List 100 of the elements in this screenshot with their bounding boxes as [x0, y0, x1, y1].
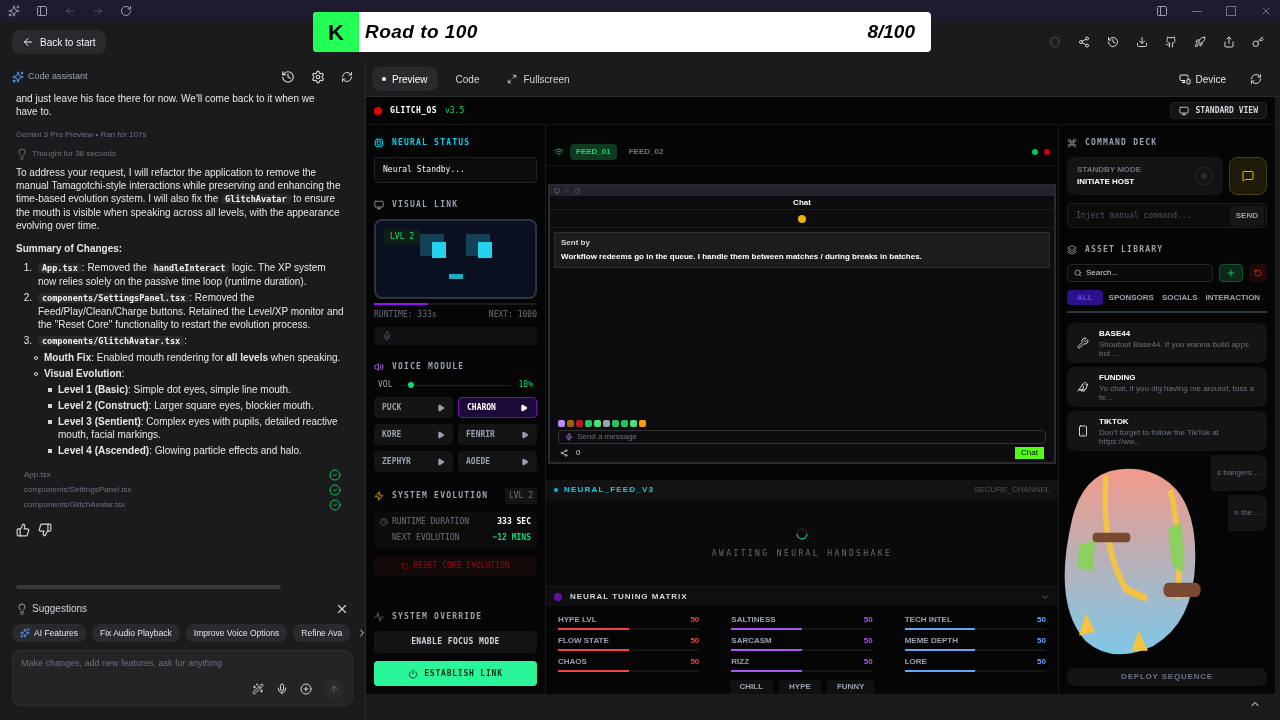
- voice-button[interactable]: ZEPHYR: [374, 451, 453, 472]
- suggestion-chip[interactable]: Improve Voice Options: [185, 624, 288, 642]
- section-label: COMMAND DECK: [1085, 137, 1158, 149]
- banner-badge: K: [313, 12, 359, 52]
- asset-text: Yo chat, if you dig having me around, toss a fe...: [1099, 384, 1255, 402]
- points-count: 0: [576, 447, 581, 460]
- suggestion-chip[interactable]: Refine Ava: [293, 624, 351, 642]
- banner-title: Road to 100: [365, 19, 478, 44]
- stat-value: 333 SEC: [497, 516, 531, 528]
- model-meta: Gemini 3 Pro Preview • Ran for 107s: [16, 129, 148, 141]
- stat-label: NEXT EVOLUTION: [392, 532, 460, 544]
- slider-label: SALTINESS: [731, 614, 776, 626]
- asset-card[interactable]: s bangers ...: [1210, 455, 1267, 491]
- establish-link-button[interactable]: ESTABLISH LINK: [374, 661, 537, 686]
- device-button[interactable]: Device: [1179, 71, 1226, 87]
- banner-count: 8/100: [867, 19, 915, 44]
- focus-mode-button[interactable]: ENABLE FOCUS MODE: [374, 631, 537, 653]
- file-name[interactable]: components/GlitchAvatar.tsx: [24, 499, 126, 511]
- list-item-text: components/GlitchAvatar.tsx :: [38, 334, 187, 348]
- search-box[interactable]: Search...: [1067, 264, 1213, 282]
- file-name[interactable]: components/SettingsPanel.tsx: [24, 484, 132, 496]
- volume-label: VOL: [378, 379, 393, 391]
- section-label: ASSET LIBRARY: [1085, 244, 1164, 256]
- section-label: NEURAL STATUS: [392, 137, 471, 149]
- suggestion-chip[interactable]: Fix Audio Playback: [91, 624, 180, 642]
- stat-value: ~12 MINS: [492, 532, 531, 544]
- mode-action: INITIATE HOST: [1077, 176, 1136, 188]
- file-name[interactable]: App.tsx: [24, 469, 51, 481]
- preview-tab[interactable]: Preview: [372, 67, 438, 91]
- response-paragraph: To address your request, I will refactor the application to remove the manual Tamagotchi-style interactions while preserving and enhancing the time-based evolution system. I will also fix the GlitchAvatar to ensure the mouth is visible when speaking across all levels, with the appearance evolving over time.: [16, 166, 342, 232]
- voice-button[interactable]: PUCK: [374, 397, 453, 418]
- thought-toggle[interactable]: Thought for 38 seconds: [32, 147, 117, 160]
- preset-button[interactable]: CHILL: [729, 680, 774, 694]
- panel-title: Code assistant: [28, 70, 88, 84]
- list-item-text: components/SettingsPanel.tsx : Removed the Feed/Play/Clean/Charge buttons. Retained the Level/XP monitor and the "Reset Core" functionality to restart the evolution process.: [38, 291, 345, 331]
- chat-title: Chat: [793, 196, 811, 209]
- app-name: GLITCH_OS: [390, 104, 437, 117]
- preset-button[interactable]: FUNNY: [826, 680, 875, 694]
- level-badge: LVL 2: [504, 488, 537, 504]
- asset-title: FUNDING: [1099, 372, 1137, 384]
- stat-label: RUNTIME DURATION: [392, 516, 470, 528]
- suggestions-heading: Suggestions: [32, 602, 88, 616]
- message-text: and just leave his face there for now. We'll come back to it when we have to.: [16, 92, 316, 118]
- preset-button[interactable]: HYPE: [779, 680, 821, 694]
- filter-tab[interactable]: INTERACTION: [1203, 290, 1263, 305]
- list-number: 1.: [22, 261, 32, 275]
- voice-button[interactable]: FENRIR: [458, 424, 537, 445]
- slider-value: 50: [1037, 635, 1046, 647]
- level-badge: LVL 2: [384, 229, 421, 245]
- voice-button[interactable]: CHARON: [458, 397, 537, 418]
- voice-button[interactable]: KORE: [374, 424, 453, 445]
- pinned-sender: Sent by: [561, 237, 591, 250]
- deploy-button[interactable]: DEPLOY SEQUENCE: [1067, 668, 1267, 686]
- command-field[interactable]: Inject manual command...: [1076, 209, 1230, 222]
- prompt-field[interactable]: Make changes, add new features, ask for anything: [21, 657, 344, 671]
- slider-value: 50: [690, 614, 700, 626]
- filter-tab[interactable]: SPONSORS: [1106, 290, 1156, 305]
- slider-label: MEME DEPTH: [904, 635, 958, 647]
- slider-value: 50: [863, 614, 873, 626]
- section-label: VOICE MODULE: [392, 361, 465, 373]
- feed-tab[interactable]: FEED_01: [570, 144, 617, 161]
- slider-label: HYPE LVL: [558, 614, 597, 626]
- asset-card[interactable]: BASE44 Shoutout Base44. If you wanna build apps but ...: [1067, 323, 1267, 363]
- slider-label: CHAOS: [558, 656, 587, 668]
- host-card[interactable]: STANDBY MODE INITIATE HOST: [1067, 157, 1223, 195]
- volume-reading: 10%: [518, 379, 533, 391]
- preview-tab[interactable]: Code: [445, 67, 490, 91]
- slider-label: LORE: [904, 656, 927, 668]
- slider-value: 50: [690, 635, 700, 647]
- back-to-start-button[interactable]: Back to start: [12, 30, 106, 54]
- asset-card[interactable]: n the ...: [1228, 495, 1267, 531]
- asset-search-field[interactable]: Search...: [1086, 267, 1206, 279]
- feed-title: NEURAL_FEED_V3: [564, 484, 655, 497]
- pinned-text: Workflow redeems go in the queue. I handle them between matches / during breaks in batches.: [561, 251, 923, 264]
- list-item-text: App.tsx : Removed the handleInteract logic. The XP system now relies solely on the passive time loop (runtime duration).: [38, 261, 327, 288]
- voice-button[interactable]: AOEDE: [458, 451, 537, 472]
- slider-value: 50: [690, 656, 700, 668]
- app-version: v3.5: [444, 104, 465, 117]
- summary-heading: Summary of Changes:: [16, 242, 124, 255]
- feed-tab[interactable]: FEED_02: [622, 144, 670, 161]
- message-field[interactable]: Send a message: [558, 430, 1046, 445]
- list-number: 2.: [22, 291, 32, 305]
- list-item-text: Level 3 (Sentient): Complex eyes with pupils, detailed reactive mouth, facial markings.: [58, 415, 339, 441]
- command-bar[interactable]: Inject manual command... SEND: [1067, 203, 1267, 228]
- message-placeholder: Send a message: [577, 431, 638, 444]
- send-button[interactable]: SEND: [1229, 205, 1264, 226]
- waiting-text: AWAITING NEURAL HANDSHAKE: [711, 547, 893, 560]
- filter-tab[interactable]: SOCIALS: [1159, 290, 1200, 305]
- slider-value: 50: [1037, 656, 1046, 668]
- slider-label: RIZZ: [731, 656, 750, 668]
- chat-button[interactable]: Chat: [1015, 447, 1044, 460]
- suggestion-chip[interactable]: AI Features: [12, 624, 86, 642]
- asset-text: s bangers ...: [1216, 467, 1261, 479]
- preview-tab[interactable]: Fullscreen: [497, 67, 580, 91]
- asset-card[interactable]: FUNDING Yo chat, if you dig having me around, toss a fe...: [1067, 367, 1267, 407]
- slider-value: 50: [863, 635, 873, 647]
- asset-card[interactable]: TIKTOK Don't forget to follow the TikTok at https://ww...: [1067, 411, 1267, 451]
- view-button[interactable]: STANDARD VIEW: [1170, 102, 1267, 119]
- asset-title: TIKTOK: [1099, 416, 1130, 428]
- list-item-text: Level 4 (Ascended): Glowing particle effects and halo.: [58, 444, 302, 457]
